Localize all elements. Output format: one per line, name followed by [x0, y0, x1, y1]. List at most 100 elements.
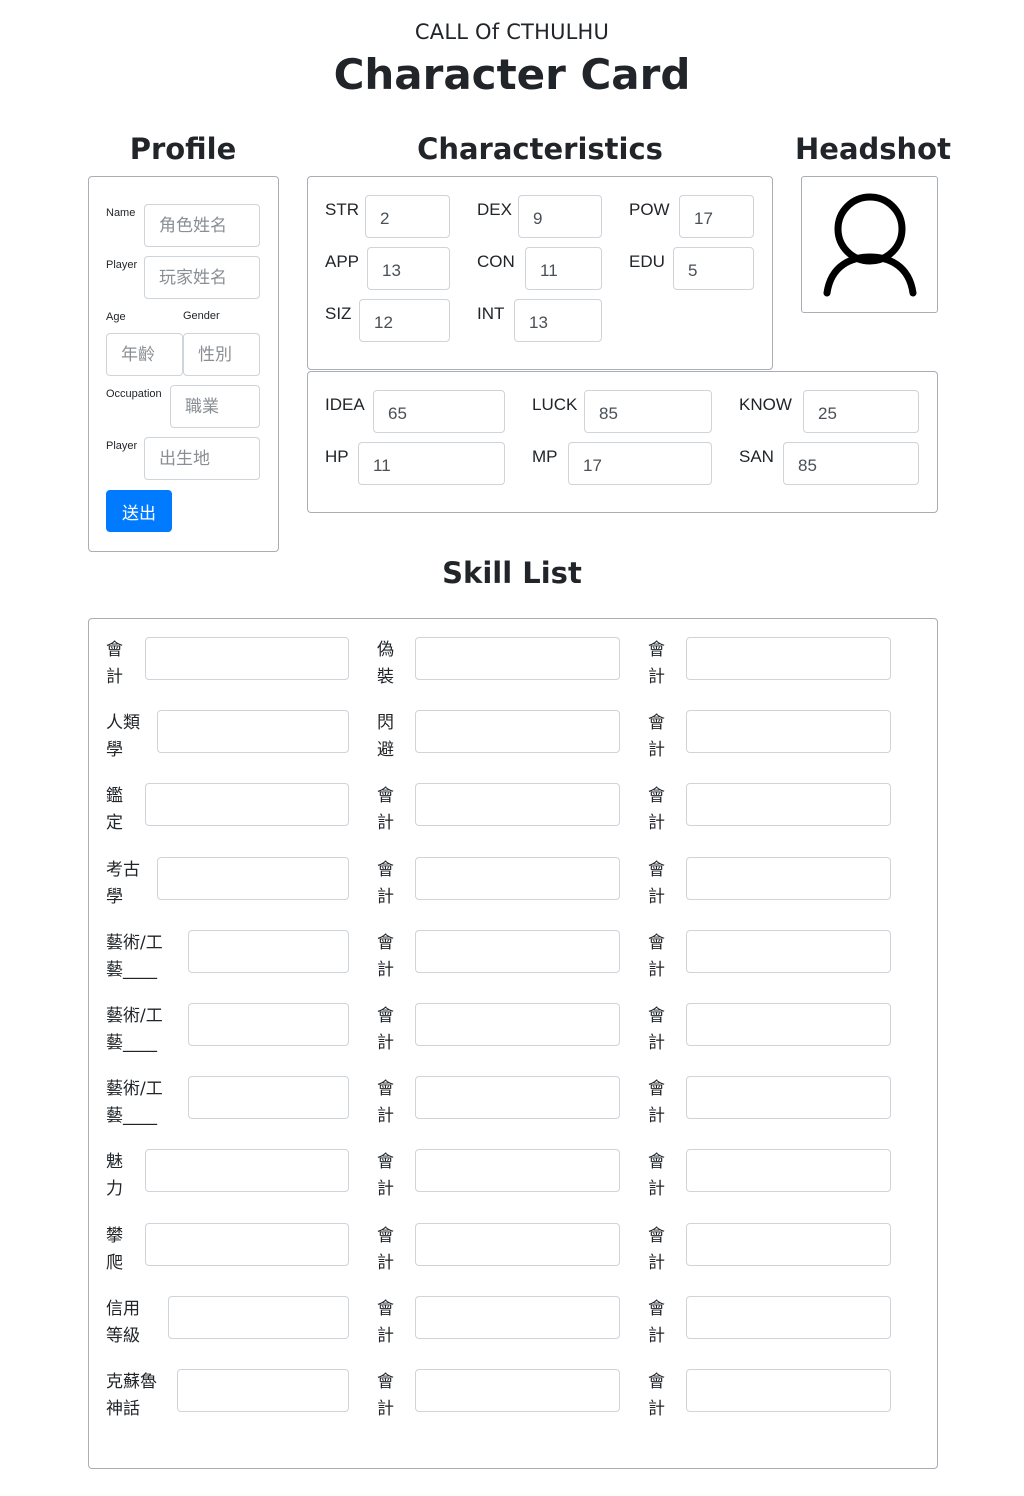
stat-input-con[interactable]: 11 [525, 247, 602, 290]
skill-label: 克蘇魯 神話 [106, 1372, 157, 1419]
stat-label-dex: DEX [477, 200, 512, 219]
skill-label: 會 計 [377, 932, 394, 980]
skill-input[interactable] [415, 1076, 620, 1120]
name-input[interactable] [144, 204, 260, 247]
skill-label: 會 計 [377, 1006, 394, 1053]
age-input[interactable] [106, 333, 183, 376]
birthplace-input[interactable] [144, 437, 260, 480]
skill-input[interactable] [686, 1295, 891, 1339]
skill-label: 藝術/工 藝____ [106, 1079, 163, 1127]
skill-input[interactable] [686, 1149, 891, 1193]
skill-input[interactable] [415, 637, 620, 680]
skill-input[interactable] [415, 1295, 620, 1339]
skill-input[interactable] [686, 783, 891, 827]
skill-input[interactable] [188, 1076, 349, 1120]
stat-input-edu[interactable]: 5 [673, 247, 754, 290]
skill-label: 會 計 [648, 640, 665, 687]
skill-input[interactable] [157, 710, 349, 754]
skill-input[interactable] [415, 1149, 620, 1193]
user-silhouette-icon [823, 193, 916, 296]
stat-input-str[interactable]: 2 [365, 195, 450, 238]
skill-input[interactable] [157, 856, 349, 900]
skill-input[interactable] [686, 710, 891, 754]
skill-label: 信用 等級 [106, 1298, 140, 1346]
stat-label-int: INT [477, 304, 505, 323]
stat-label-idea: IDEA [325, 395, 365, 414]
skill-input[interactable] [168, 1295, 349, 1339]
stat-label-edu: EDU [629, 252, 665, 271]
skill-label: 會 計 [648, 1225, 665, 1273]
skill-label: 會 計 [648, 1006, 665, 1053]
stat-label-mp: MP [532, 447, 558, 466]
headshot-frame[interactable] [801, 176, 938, 313]
skill-input[interactable] [415, 783, 620, 827]
stat-input-san[interactable]: 85 [783, 442, 919, 485]
skill-label: 攀 爬 [106, 1225, 123, 1273]
skill-label: 人類 學 [106, 713, 140, 761]
name-label: Name [106, 207, 136, 219]
skill-input[interactable] [145, 637, 349, 680]
skill-input[interactable] [415, 1003, 620, 1046]
skill-input[interactable] [686, 637, 891, 680]
stat-label-siz: SIZ [325, 304, 352, 323]
stat-input-mp[interactable]: 17 [568, 442, 712, 485]
stat-input-siz[interactable]: 12 [359, 299, 450, 342]
skill-label: 會 計 [648, 1079, 665, 1127]
page-title: Character Card [333, 50, 691, 99]
profile-heading: Profile [129, 132, 237, 166]
birthplace-label: Player [106, 440, 138, 452]
skill-input[interactable] [145, 783, 349, 827]
skill-label: 會 計 [377, 1225, 394, 1273]
skill-label: 會 計 [377, 1079, 394, 1127]
stat-label-pow: POW [629, 200, 670, 219]
gender-input[interactable] [183, 333, 260, 376]
skill-input[interactable] [686, 929, 891, 973]
skill-input[interactable] [415, 710, 620, 754]
skill-label: 會 計 [648, 859, 665, 907]
skill-input[interactable] [145, 1222, 349, 1266]
skill-input[interactable] [415, 1222, 620, 1266]
player-input[interactable] [144, 256, 260, 299]
app-supertitle: CALL Of CTHULHU [414, 20, 610, 44]
submit-button[interactable]: 送出 [106, 490, 172, 532]
stat-input-pow[interactable]: 17 [679, 195, 754, 238]
skill-input[interactable] [188, 929, 349, 973]
stat-input-int[interactable]: 13 [514, 299, 602, 342]
skill-input[interactable] [686, 1222, 891, 1266]
skill-input[interactable] [415, 1369, 620, 1412]
skill-input[interactable] [686, 1076, 891, 1120]
skill-label: 會 計 [377, 859, 394, 907]
stat-input-luck[interactable]: 85 [584, 390, 712, 433]
skill-label: 會 計 [106, 640, 123, 687]
skill-input[interactable] [188, 1003, 349, 1046]
stat-input-idea[interactable]: 65 [373, 390, 505, 433]
skill-label: 閃 避 [377, 713, 394, 761]
skill-label: 會 計 [648, 1298, 665, 1346]
skill-label: 會 計 [377, 1298, 394, 1346]
stat-input-hp[interactable]: 11 [358, 442, 505, 485]
stat-input-dex[interactable]: 9 [518, 195, 602, 238]
skill-input[interactable] [177, 1369, 349, 1412]
skill-label: 藝術/工 藝____ [106, 932, 163, 980]
stat-input-know[interactable]: 25 [803, 390, 919, 433]
stat-label-hp: HP [325, 447, 349, 466]
skill-input[interactable] [415, 856, 620, 900]
skill-label: 會 計 [648, 1372, 665, 1419]
skill-label: 會 計 [648, 932, 665, 980]
skill-input[interactable] [145, 1149, 349, 1193]
skill-label: 會 計 [648, 1152, 665, 1200]
skill-input[interactable] [686, 1003, 891, 1046]
skill-input[interactable] [686, 1369, 891, 1412]
occupation-input[interactable] [170, 385, 260, 428]
stat-input-app[interactable]: 13 [367, 247, 450, 290]
occupation-label: Occupation [106, 388, 162, 400]
skill-label: 會 計 [377, 786, 394, 834]
stat-label-str: STR [325, 200, 359, 219]
age-label: Age [106, 311, 126, 323]
skill-input[interactable] [415, 929, 620, 973]
skill-label: 會 計 [648, 786, 665, 834]
gender-label: Gender [183, 310, 220, 322]
stat-label-san: SAN [739, 447, 774, 466]
skill-label: 會 計 [377, 1152, 394, 1200]
skill-input[interactable] [686, 856, 891, 900]
